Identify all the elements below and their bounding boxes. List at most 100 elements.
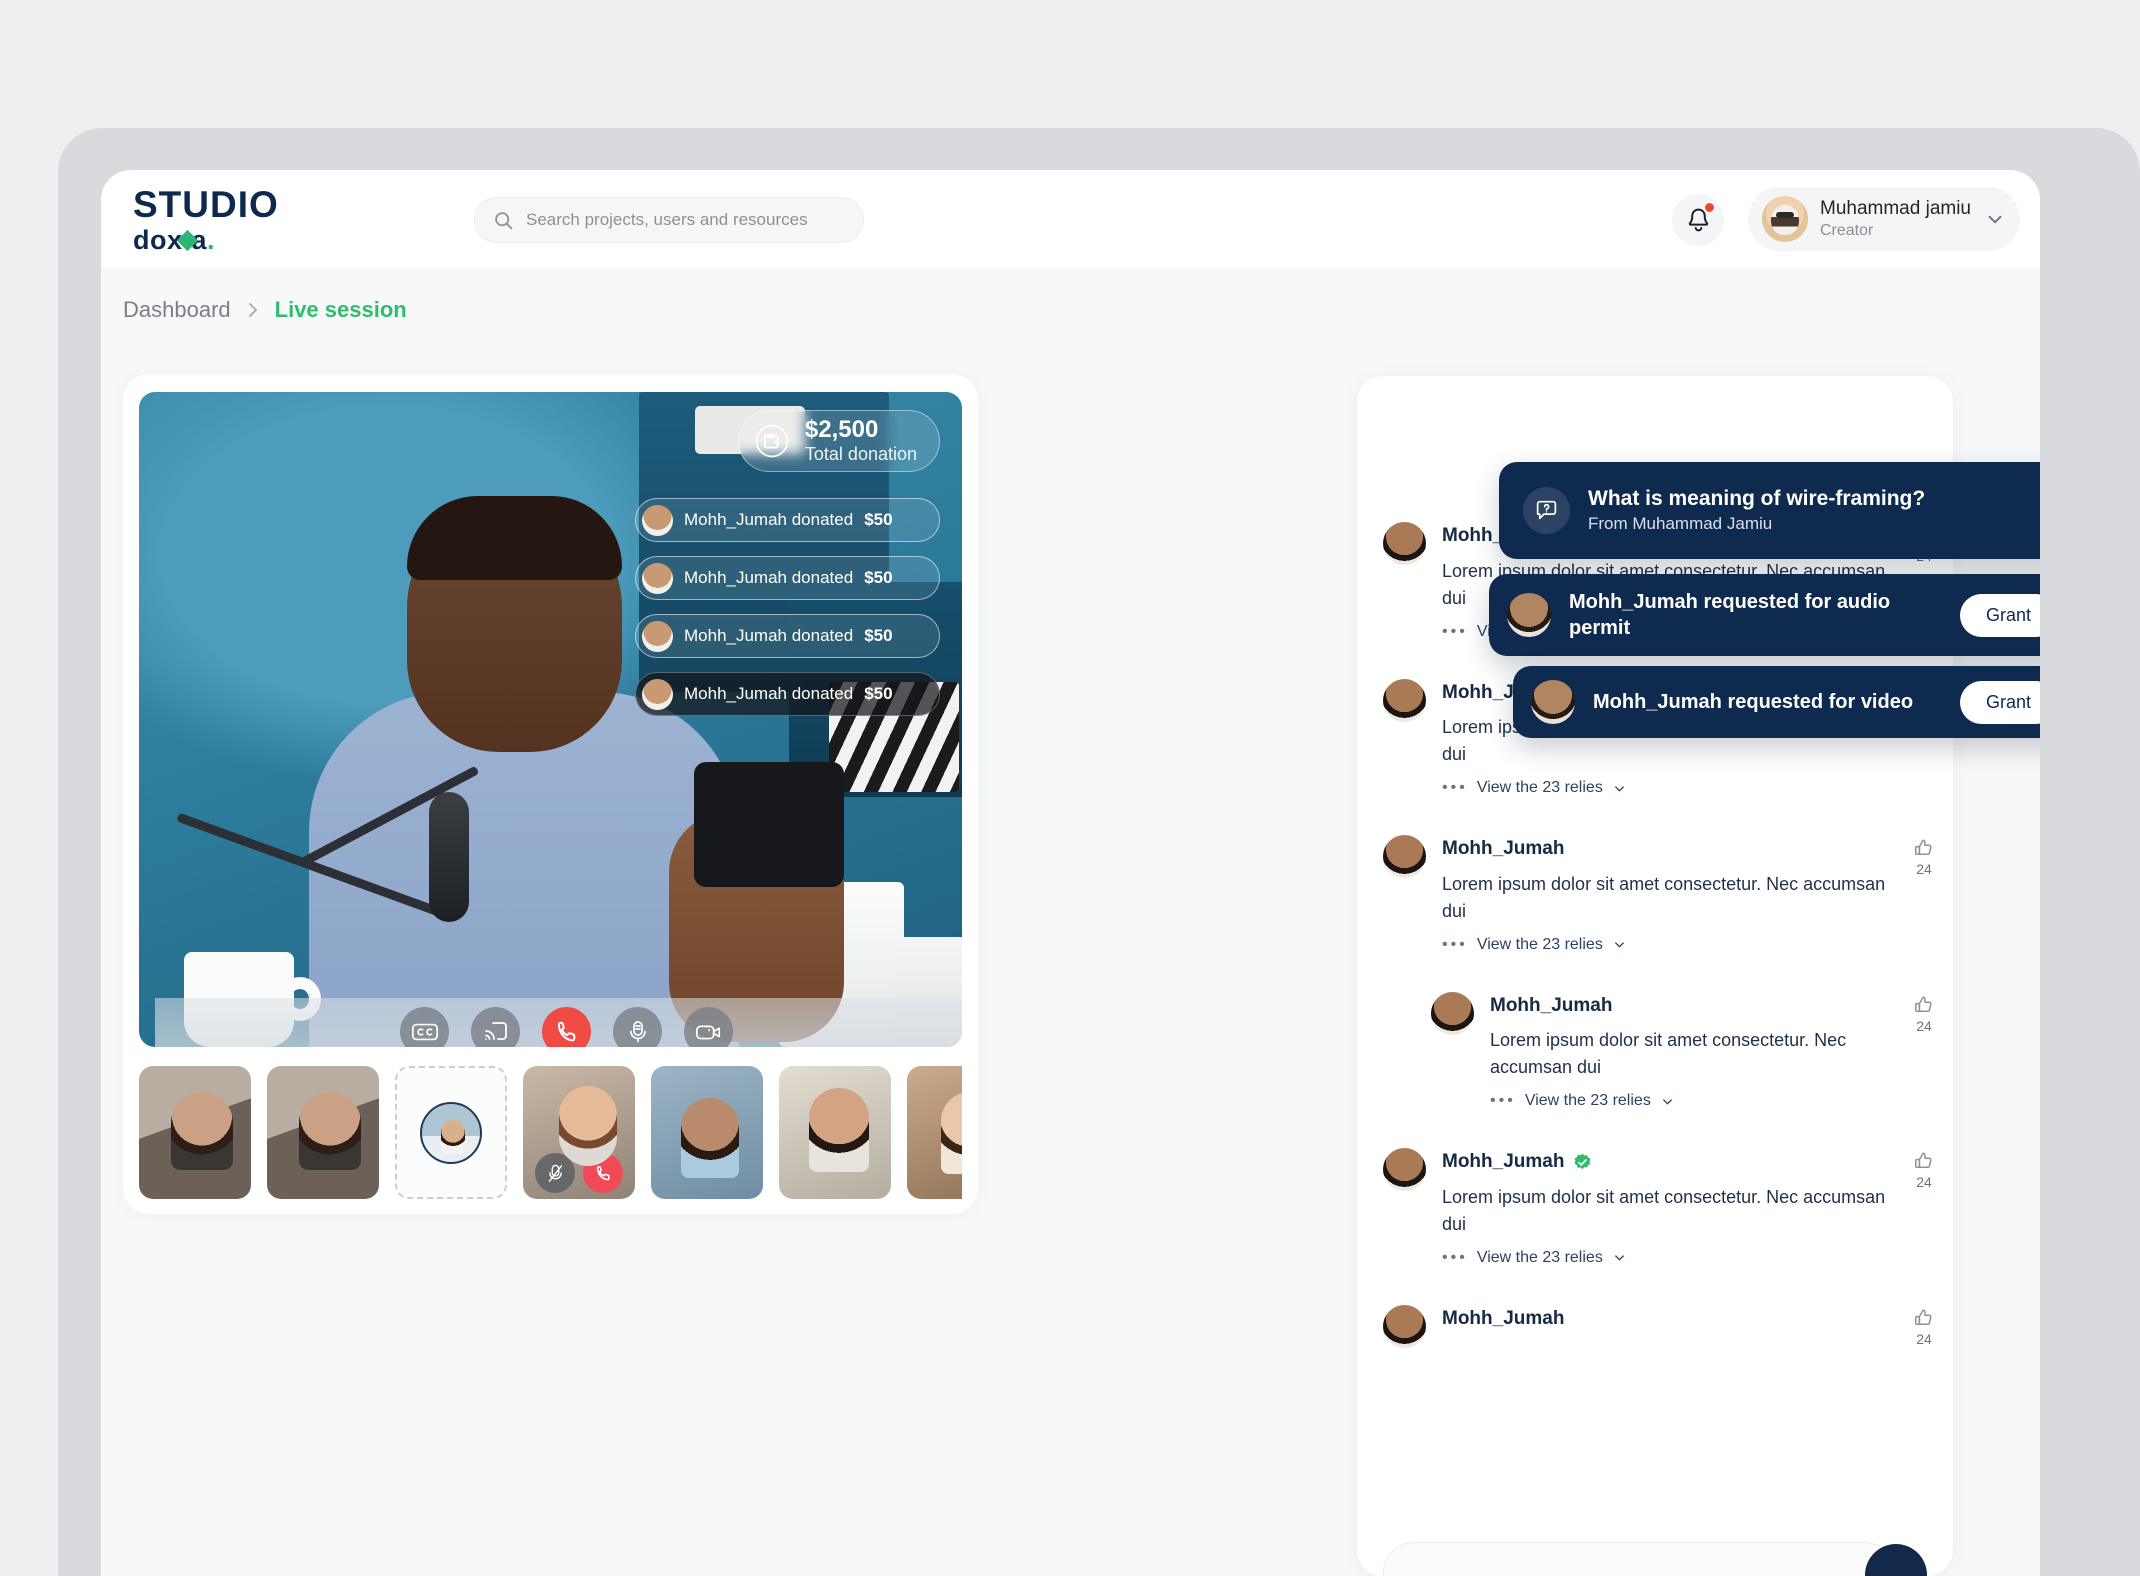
search-input[interactable]: Search projects, users and resources [474,197,864,243]
end-call-button[interactable] [583,1153,623,1193]
phone-icon [594,1164,613,1183]
participant-thumbnail[interactable] [523,1066,635,1199]
avatar [1383,678,1426,722]
app-window: STUDIO dox a . Search projects, users an… [101,170,2040,1576]
donation-item: Mohh_Jumah donated $50 [635,556,940,600]
thumbs-up-icon [1913,994,1935,1016]
brand-dot: . [207,225,216,255]
video-camera-icon [695,1021,723,1043]
donation-item: Mohh_Jumah donated $50 [635,498,940,542]
donation-item: Mohh_Jumah donated $50 [635,672,940,716]
video-stage[interactable]: $2,500 Total donation Mohh_Jumah donated… [139,392,962,1047]
participant-thumbnail[interactable] [139,1066,251,1199]
video-control-bar [155,998,962,1047]
donation-amount: $50 [864,568,893,587]
chevron-down-icon [1612,1250,1627,1265]
thumbnail-actions [535,1153,623,1193]
like-button[interactable]: 24 [1913,1150,1935,1190]
more-dots-icon: ••• [1442,1248,1468,1266]
thumbs-up-icon [1913,1150,1935,1172]
avatar [1383,1148,1426,1191]
streamer-hair [407,496,622,580]
avatar [420,1101,482,1164]
notification-question-title: What is meaning of wire-framing? [1588,486,1926,510]
avatar [1507,593,1551,637]
view-replies-label: View the 23 relies [1524,1092,1651,1109]
profile-menu-button[interactable]: Muhammad jamiu Creator [1748,187,2020,251]
notification-audio-text: Mohh_Jumah requested for audio permit [1569,591,1891,639]
phone-icon [554,1019,580,1045]
like-count: 24 [1916,861,1932,877]
notification-video-permission-card[interactable]: Mohh_Jumah requested for video Grant [1513,666,2040,738]
comment-author: Mohh_Jumah [1490,994,1613,1016]
microphone-icon [626,1019,650,1045]
comment-text: Lorem ipsum dolor sit amet consectetur. … [1490,1030,1847,1077]
more-dots-icon: ••• [1490,1092,1516,1109]
search-placeholder-text: Search projects, users and resources [526,210,808,229]
participant-thumbnail-placeholder[interactable] [395,1066,507,1199]
brand-doxxa-text: dox a . [133,225,279,256]
notification-video-text: Mohh_Jumah requested for video [1593,691,1914,713]
end-call-button[interactable] [542,1007,591,1047]
avatar [1383,522,1426,565]
like-button[interactable]: 24 [1913,994,1935,1034]
notification-question-card[interactable]: What is meaning of wire-framing? From Mu… [1499,462,2040,559]
view-replies-button[interactable]: ••• View the 23 relies [1490,1092,1909,1110]
comment-item: Mohh_Jumah 24 [1357,1304,1953,1348]
screen-cast-button[interactable] [471,1007,520,1047]
view-replies-button[interactable]: ••• View the 23 relies [1442,936,1909,954]
captions-button[interactable] [400,1007,449,1047]
comment-item: Mohh_Jumah Lorem ipsum dolor sit amet co… [1357,1148,1953,1267]
breadcrumb-dashboard[interactable]: Dashboard [123,297,231,323]
view-replies-button[interactable]: ••• View the 23 relies [1442,1249,1909,1267]
donation-amount: $50 [864,626,893,645]
participant-thumbnail[interactable] [267,1066,379,1199]
donation-feed: Mohh_Jumah donated $50 Mohh_Jumah donate… [635,498,940,716]
like-count: 24 [1916,1330,1932,1347]
donation-text: Mohh_Jumah donated [684,510,854,529]
app-header: STUDIO dox a . Search projects, users an… [101,170,2040,268]
comment-author: Mohh_Jumah [1442,838,1565,859]
donor-avatar [642,620,673,652]
participant-thumbnail[interactable] [651,1066,763,1199]
comment-author: Mohh_Jumah [1442,1151,1565,1172]
wallet-icon [753,422,791,460]
like-button[interactable]: 24 [1913,837,1935,877]
avatar [1762,196,1808,242]
profile-name: Muhammad jamiu [1820,198,1971,220]
comment-text: Lorem ipsum dolor sit amet consectetur. … [1442,873,1886,921]
comment-input[interactable] [1383,1542,1895,1576]
chevron-down-icon [1984,208,2006,230]
avatar [1383,835,1426,878]
camera-button[interactable] [684,1007,733,1047]
notifications-bell-button[interactable] [1672,194,1724,246]
cast-icon [483,1020,509,1044]
brand-logo[interactable]: STUDIO dox a . [133,186,279,256]
like-count: 24 [1916,1174,1932,1190]
donation-text: Mohh_Jumah donated [684,626,854,645]
live-video-card: $2,500 Total donation Mohh_Jumah donated… [123,374,978,1214]
chevron-right-icon [245,300,261,320]
closed-captions-icon [411,1021,439,1043]
participant-thumbnail-strip[interactable] [139,1066,962,1199]
search-icon [493,210,514,231]
breadcrumb-live-session[interactable]: Live session [275,297,407,323]
chevron-down-icon [1612,937,1627,952]
view-replies-button[interactable]: ••• View the 23 relies [1442,779,1909,797]
avatar [1531,680,1575,724]
grant-video-button[interactable]: Grant [1959,680,2040,724]
notification-audio-permission-card[interactable]: Mohh_Jumah requested for audio permit Gr… [1489,574,2040,656]
grant-audio-button[interactable]: Grant [1959,593,2040,637]
like-button[interactable]: 24 [1913,1307,1935,1347]
comment-author: Mohh_Jumah [1442,1307,1565,1329]
donation-amount: $50 [864,510,893,529]
participant-thumbnail[interactable] [907,1066,962,1199]
participant-thumbnail[interactable] [779,1066,891,1199]
notification-unread-dot [1703,201,1716,214]
total-donation-badge: $2,500 Total donation [737,410,940,472]
donation-amount: $50 [864,684,893,703]
total-donation-amount: $2,500 [804,416,879,444]
mute-microphone-button[interactable] [535,1153,575,1193]
microphone-button[interactable] [613,1007,662,1047]
donor-avatar [642,562,673,594]
